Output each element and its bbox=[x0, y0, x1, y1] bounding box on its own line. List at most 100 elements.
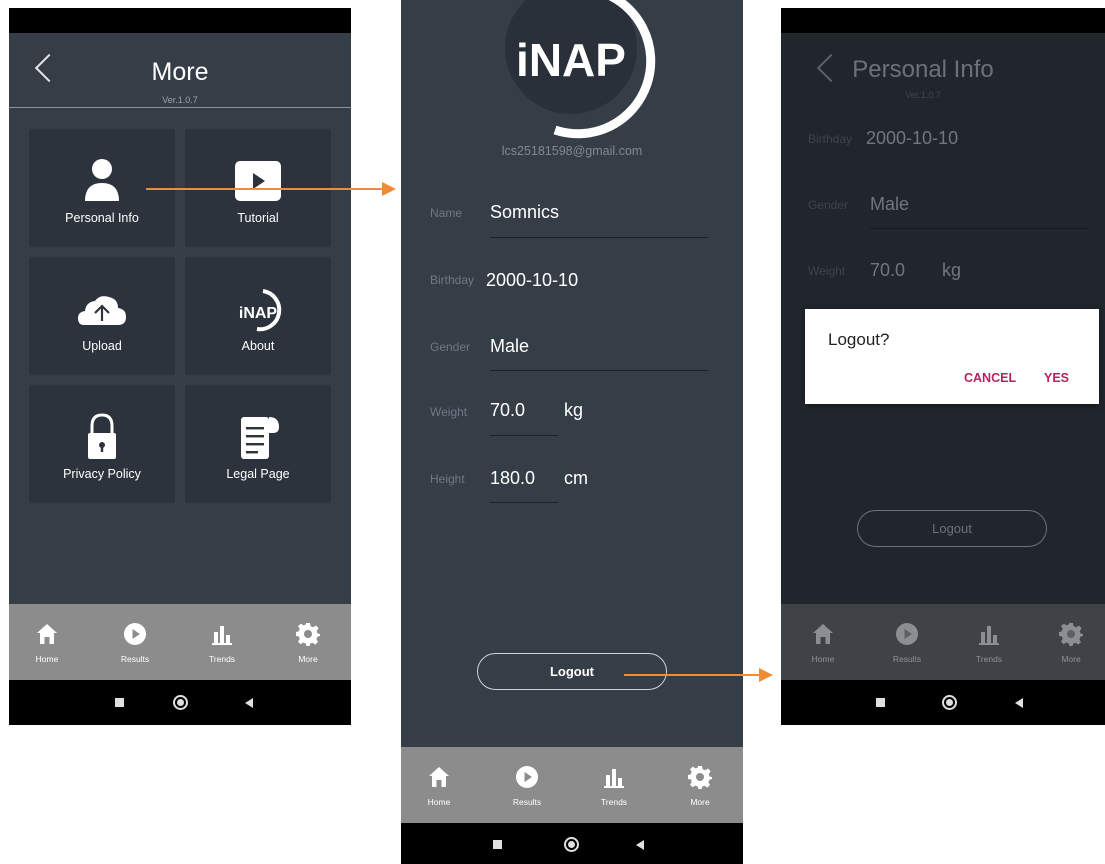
weight-field[interactable]: 70.0 bbox=[870, 260, 905, 281]
cloud-upload-icon bbox=[78, 296, 126, 325]
privacy-policy-tile[interactable]: Privacy Policy bbox=[29, 385, 175, 503]
home-circle-icon[interactable] bbox=[564, 837, 579, 852]
inap-logo: iNAP bbox=[505, 0, 656, 139]
home-icon bbox=[427, 765, 451, 789]
nav-trends[interactable]: Trends bbox=[574, 747, 654, 823]
legal-page-label: Legal Page bbox=[226, 467, 290, 481]
gender-label: Gender bbox=[808, 198, 849, 212]
nav-home-label: Home bbox=[811, 654, 835, 664]
nav-home[interactable]: Home bbox=[9, 604, 87, 680]
back-triangle-icon[interactable] bbox=[245, 698, 253, 708]
more-screen: More Ver.1.0.7 Personal Info Tutorial Up… bbox=[9, 8, 351, 725]
nav-results-label: Results bbox=[512, 797, 542, 807]
nav-more-label: More bbox=[298, 654, 318, 664]
nav-home[interactable]: Home bbox=[783, 604, 863, 680]
dialog-cancel-button[interactable]: CANCEL bbox=[964, 371, 1016, 385]
nav-trends[interactable]: Trends bbox=[182, 604, 262, 680]
padlock-icon bbox=[88, 413, 116, 459]
name-underline bbox=[490, 237, 708, 238]
nav-results-label: Results bbox=[120, 654, 150, 664]
nav-more[interactable]: More bbox=[1031, 604, 1105, 680]
nav-more-label: More bbox=[1061, 654, 1081, 664]
about-tile[interactable]: iNAP About bbox=[185, 257, 331, 375]
play-video-icon bbox=[235, 161, 281, 201]
inap-logo-text: iNAP bbox=[516, 34, 626, 86]
logout-button[interactable]: Logout bbox=[477, 653, 667, 690]
dialog-yes-button[interactable]: YES bbox=[1044, 371, 1069, 385]
gear-icon bbox=[296, 622, 320, 646]
recents-square-icon[interactable] bbox=[115, 698, 124, 707]
system-nav-bar bbox=[781, 680, 1105, 725]
nav-trends-label: Trends bbox=[600, 797, 628, 807]
personal-info-label: Personal Info bbox=[65, 211, 139, 225]
weight-underline bbox=[490, 435, 558, 436]
privacy-policy-label: Privacy Policy bbox=[63, 467, 141, 481]
name-label: Name bbox=[430, 206, 463, 220]
height-field[interactable]: 180.0 bbox=[490, 468, 535, 489]
about-logo-text: iNAP bbox=[239, 305, 278, 322]
birthday-label: Birthday bbox=[808, 132, 853, 146]
nav-more[interactable]: More bbox=[268, 604, 348, 680]
home-circle-icon[interactable] bbox=[173, 695, 188, 710]
dialog-title: Logout? bbox=[828, 330, 890, 349]
play-circle-icon bbox=[895, 622, 919, 646]
gender-label: Gender bbox=[430, 340, 471, 354]
birthday-field[interactable]: 2000-10-10 bbox=[486, 270, 578, 291]
document-icon bbox=[241, 417, 279, 459]
page-title: Personal Info bbox=[852, 56, 994, 83]
header-divider bbox=[9, 107, 351, 108]
system-nav-bar bbox=[9, 680, 351, 725]
height-label: Height bbox=[430, 472, 465, 486]
weight-label: Weight bbox=[808, 264, 846, 278]
weight-label: Weight bbox=[430, 405, 468, 419]
bottom-nav: Home Results Trends More bbox=[9, 604, 351, 680]
bar-chart-icon bbox=[602, 765, 626, 789]
home-icon bbox=[811, 622, 835, 646]
upload-label: Upload bbox=[82, 339, 122, 353]
nav-trends-label: Trends bbox=[975, 654, 1003, 664]
nav-home[interactable]: Home bbox=[401, 747, 479, 823]
weight-field[interactable]: 70.0 bbox=[490, 400, 525, 421]
person-icon bbox=[85, 159, 119, 201]
birthday-field[interactable]: 2000-10-10 bbox=[866, 128, 958, 149]
about-label: About bbox=[241, 339, 275, 353]
play-circle-icon bbox=[515, 765, 539, 789]
flow-arrow-line bbox=[146, 188, 384, 190]
inap-logo-icon: iNAP bbox=[239, 289, 282, 332]
gear-icon bbox=[1059, 622, 1083, 646]
system-nav-bar bbox=[401, 823, 743, 864]
recents-square-icon[interactable] bbox=[876, 698, 885, 707]
upload-tile[interactable]: Upload bbox=[29, 257, 175, 375]
flow-arrow-head bbox=[382, 182, 396, 196]
back-triangle-icon[interactable] bbox=[1015, 698, 1023, 708]
page-title: More bbox=[151, 58, 209, 86]
bar-chart-icon bbox=[977, 622, 1001, 646]
tutorial-label: Tutorial bbox=[237, 211, 279, 225]
back-triangle-icon[interactable] bbox=[636, 840, 644, 850]
gender-field[interactable]: Male bbox=[870, 194, 909, 215]
birthday-label: Birthday bbox=[430, 273, 475, 287]
gender-underline bbox=[870, 228, 1088, 229]
home-icon bbox=[35, 622, 59, 646]
gender-underline bbox=[490, 370, 708, 371]
name-field[interactable]: Somnics bbox=[490, 202, 559, 223]
home-circle-icon[interactable] bbox=[942, 695, 957, 710]
logout-button[interactable]: Logout bbox=[857, 510, 1047, 547]
recents-square-icon[interactable] bbox=[493, 840, 502, 849]
status-bar bbox=[9, 8, 351, 33]
height-underline bbox=[490, 502, 558, 503]
flow-arrow-line bbox=[624, 674, 761, 676]
gear-icon bbox=[688, 765, 712, 789]
nav-results[interactable]: Results bbox=[95, 604, 175, 680]
status-bar bbox=[781, 8, 1105, 33]
account-email: lcs25181598@gmail.com bbox=[501, 144, 643, 158]
logout-dialog: Logout? CANCEL YES bbox=[805, 309, 1099, 404]
gender-field[interactable]: Male bbox=[490, 336, 529, 357]
nav-results[interactable]: Results bbox=[867, 604, 947, 680]
nav-trends[interactable]: Trends bbox=[949, 604, 1029, 680]
nav-home-label: Home bbox=[427, 797, 451, 807]
nav-more[interactable]: More bbox=[660, 747, 740, 823]
legal-page-tile[interactable]: Legal Page bbox=[185, 385, 331, 503]
nav-results[interactable]: Results bbox=[487, 747, 567, 823]
bar-chart-icon bbox=[210, 622, 234, 646]
